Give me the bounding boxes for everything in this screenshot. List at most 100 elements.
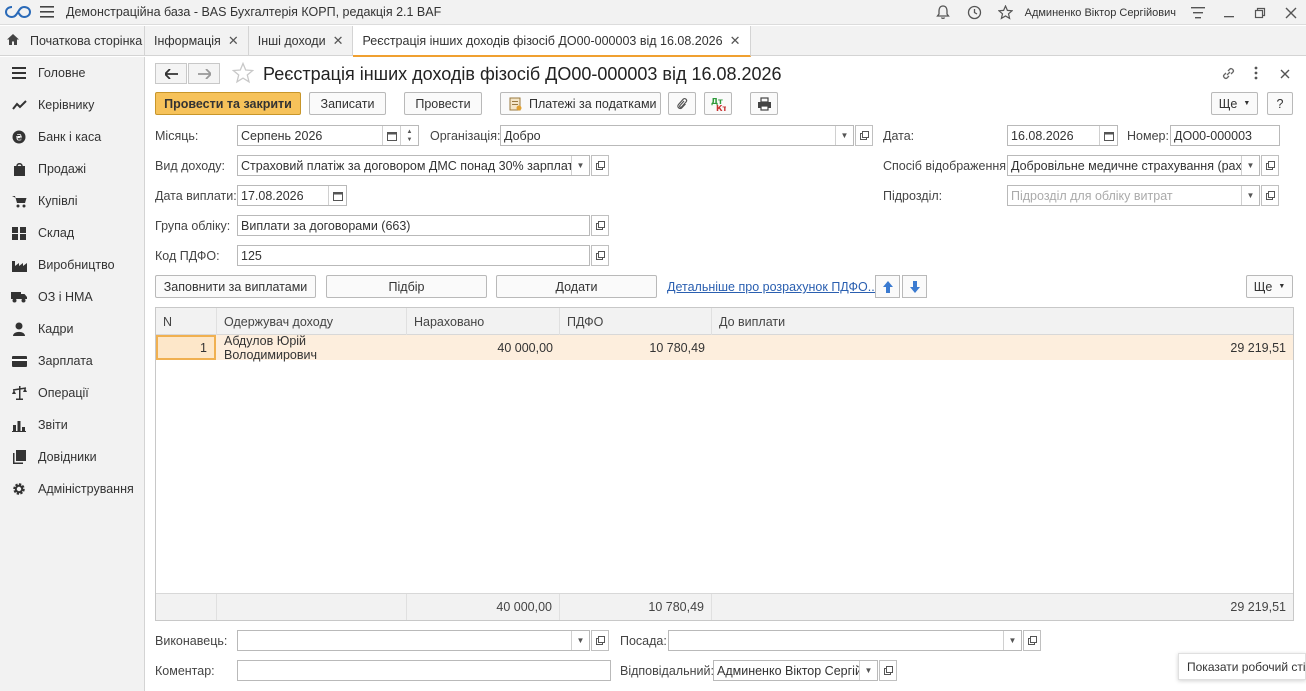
spin-up-icon[interactable]: ▲	[407, 128, 413, 136]
open-executor-button[interactable]	[591, 630, 609, 651]
current-user[interactable]: Админенко Віктор Сергійович	[1025, 7, 1176, 19]
spin-down-icon[interactable]: ▼	[407, 136, 413, 144]
close-form-icon[interactable]	[1280, 67, 1290, 82]
sidebar-item-main[interactable]: Головне	[0, 57, 144, 89]
pdfo-code-field[interactable]: 125	[237, 245, 590, 266]
main-menu-icon[interactable]	[36, 0, 58, 25]
chevron-down-icon[interactable]: ▼	[835, 126, 853, 145]
sidebar-item-sales[interactable]: Продажі	[0, 153, 144, 185]
number-field[interactable]: ДО00-000003	[1170, 125, 1280, 146]
month-field[interactable]: Серпень 2026 ▲ ▼	[237, 125, 419, 146]
history-icon[interactable]	[959, 0, 990, 25]
post-and-close-button[interactable]: Провести та закрити	[155, 92, 301, 115]
cell-recipient[interactable]: Абдулов Юрій Володимирович	[217, 334, 407, 362]
star-icon[interactable]	[990, 0, 1021, 25]
account-group-field[interactable]: Виплати за договорами (663)	[237, 215, 590, 236]
move-up-button[interactable]	[875, 275, 900, 298]
fill-by-payments-button[interactable]: Заповнити за виплатами	[155, 275, 316, 298]
print-button[interactable]	[750, 92, 778, 115]
bell-icon[interactable]	[928, 0, 959, 25]
dt-kt-button[interactable]: Дт Кт	[704, 92, 732, 115]
organization-field[interactable]: Добро ▼	[500, 125, 854, 146]
pick-button[interactable]: Підбір	[326, 275, 487, 298]
column-header-pdfo[interactable]: ПДФО	[560, 308, 712, 335]
close-tab-icon[interactable]: ✕	[333, 33, 344, 49]
open-position-button[interactable]	[1023, 630, 1041, 651]
cell-to-pay[interactable]: 29 219,51	[712, 335, 1293, 360]
chevron-down-icon[interactable]: ▼	[571, 631, 589, 650]
cell-accrued[interactable]: 40 000,00	[407, 335, 560, 360]
sidebar-item-operations[interactable]: Операції	[0, 377, 144, 409]
tab-home[interactable]: Початкова сторінка	[0, 26, 145, 56]
sidebar-item-production[interactable]: Виробництво	[0, 249, 144, 281]
attach-button[interactable]	[668, 92, 696, 115]
tab-other-income[interactable]: Інші доходи ✕	[249, 26, 354, 56]
add-row-button[interactable]: Додати	[496, 275, 657, 298]
open-organization-button[interactable]	[855, 125, 873, 146]
cell-pdfo[interactable]: 10 780,49	[560, 335, 712, 360]
income-table[interactable]: N Одержувач доходу Нараховано ПДФО До ви…	[155, 307, 1294, 621]
sidebar-item-purchases[interactable]: Купівлі	[0, 185, 144, 217]
calendar-icon[interactable]	[382, 126, 400, 145]
open-responsible-button[interactable]	[879, 660, 897, 681]
calendar-icon[interactable]	[1099, 126, 1117, 145]
chevron-down-icon[interactable]: ▼	[859, 661, 877, 680]
cell-n[interactable]: 1	[156, 335, 216, 360]
open-income-type-button[interactable]	[591, 155, 609, 176]
close-window-icon[interactable]	[1275, 0, 1306, 25]
calendar-icon[interactable]	[328, 186, 346, 205]
forward-button[interactable]	[188, 63, 220, 84]
close-tab-icon[interactable]: ✕	[730, 33, 741, 49]
tax-payments-button[interactable]: Платежі за податками	[500, 92, 661, 115]
sidebar-item-manager[interactable]: Керівнику	[0, 89, 144, 121]
restore-icon[interactable]	[1244, 0, 1275, 25]
chevron-down-icon[interactable]: ▼	[571, 156, 589, 175]
sidebar-item-hr[interactable]: Кадри	[0, 313, 144, 345]
comment-field[interactable]	[237, 660, 611, 681]
open-account-group-button[interactable]	[591, 215, 609, 236]
sidebar-item-reports[interactable]: Звіти	[0, 409, 144, 441]
chevron-down-icon[interactable]: ▼	[1241, 186, 1259, 205]
sidebar-item-bank[interactable]: ₴ Банк і каса	[0, 121, 144, 153]
open-subdivision-button[interactable]	[1261, 185, 1279, 206]
back-button[interactable]	[155, 63, 187, 84]
show-desktop-button[interactable]: Показати робочий стіл	[1178, 653, 1306, 680]
sidebar-item-warehouse[interactable]: Склад	[0, 217, 144, 249]
display-method-field[interactable]: Добровільне медичне страхування (рах. 3 …	[1007, 155, 1260, 176]
chevron-down-icon[interactable]: ▼	[1241, 156, 1259, 175]
column-header-to-pay[interactable]: До виплати	[712, 308, 1293, 335]
responsible-field[interactable]: Админенко Віктор Сергійо ▼	[713, 660, 878, 681]
sidebar-item-directories[interactable]: Довідники	[0, 441, 144, 473]
tab-document[interactable]: Реєстрація інших доходів фізосіб ДО00-00…	[353, 26, 751, 57]
link-icon[interactable]	[1221, 66, 1236, 84]
favorite-star-icon[interactable]	[231, 61, 255, 87]
open-display-method-button[interactable]	[1261, 155, 1279, 176]
position-field[interactable]: ▼	[668, 630, 1022, 651]
move-down-button[interactable]	[902, 275, 927, 298]
table-row[interactable]: 1 Абдулов Юрій Володимирович 40 000,00 1…	[156, 334, 1293, 362]
close-tab-icon[interactable]: ✕	[228, 33, 239, 49]
tab-information[interactable]: Інформація ✕	[145, 26, 249, 56]
month-spinner[interactable]: ▲ ▼	[400, 126, 418, 145]
column-header-n[interactable]: N	[156, 308, 217, 335]
table-more-button[interactable]: Ще ▼	[1246, 275, 1293, 298]
more-vertical-icon[interactable]	[1253, 66, 1259, 83]
income-type-field[interactable]: Страховий платіж за договором ДМС понад …	[237, 155, 590, 176]
more-button[interactable]: Ще ▼	[1211, 92, 1258, 115]
column-header-accrued[interactable]: Нараховано	[407, 308, 560, 335]
save-button[interactable]: Записати	[309, 92, 386, 115]
chevron-down-icon[interactable]: ▼	[1003, 631, 1021, 650]
sidebar-item-administration[interactable]: Адміністрування	[0, 473, 144, 505]
subdivision-field[interactable]: Підрозділ для обліку витрат ▼	[1007, 185, 1260, 206]
help-button[interactable]: ?	[1267, 92, 1293, 115]
pay-date-field[interactable]: 17.08.2026	[237, 185, 347, 206]
post-button[interactable]: Провести	[404, 92, 482, 115]
app-logo-icon[interactable]	[0, 0, 36, 25]
minimize-icon[interactable]	[1213, 0, 1244, 25]
pdfo-details-link[interactable]: Детальніше про розрахунок ПДФО...	[667, 280, 878, 294]
executor-field[interactable]: ▼	[237, 630, 590, 651]
open-pdfo-code-button[interactable]	[591, 245, 609, 266]
sidebar-item-fixed-assets[interactable]: ОЗ і НМА	[0, 281, 144, 313]
column-header-recipient[interactable]: Одержувач доходу	[217, 308, 407, 335]
sidebar-item-salary[interactable]: Зарплата	[0, 345, 144, 377]
